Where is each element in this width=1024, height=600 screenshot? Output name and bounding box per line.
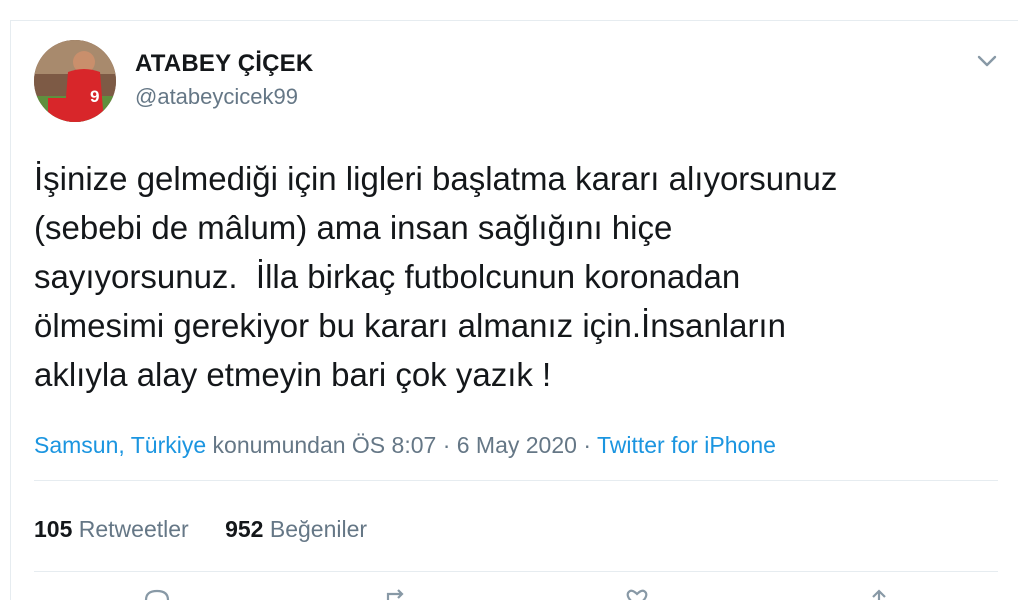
action-bar: [0, 588, 1024, 600]
divider: [34, 480, 998, 481]
likes-count: 952: [225, 516, 264, 542]
heart-icon[interactable]: [620, 588, 654, 600]
avatar-image: 9: [34, 40, 116, 122]
source-link[interactable]: Twitter for iPhone: [597, 432, 776, 458]
tweet-text: İşinize gelmediği için ligleri başlatma …: [34, 160, 838, 393]
likes-label: Beğeniler: [263, 516, 368, 542]
retweets-count: 105: [34, 516, 73, 542]
likes-stat[interactable]: 952 Beğeniler: [225, 516, 367, 543]
timestamp: konumundan ÖS 8:07 · 6 May 2020 ·: [206, 432, 597, 458]
tweet-stats: 105 Retweetler 952 Beğeniler: [34, 516, 367, 543]
location-link[interactable]: Samsun, Türkiye: [34, 432, 206, 458]
retweets-label: Retweetler: [72, 516, 189, 542]
tweet-meta: Samsun, Türkiye konumundan ÖS 8:07 · 6 M…: [34, 432, 776, 459]
chevron-down-icon[interactable]: [974, 50, 1000, 72]
user-handle[interactable]: @atabeycicek99: [135, 84, 298, 110]
divider: [34, 571, 998, 572]
left-border: [10, 20, 11, 600]
share-icon[interactable]: [862, 588, 896, 600]
svg-text:9: 9: [90, 87, 99, 106]
tweet-page: 9 ATABEY ÇİÇEK @atabeycicek99 İşinize ge…: [0, 0, 1024, 600]
reply-icon[interactable]: [140, 588, 174, 600]
display-name[interactable]: ATABEY ÇİÇEK: [135, 50, 313, 78]
top-divider: [10, 20, 1018, 21]
avatar[interactable]: 9: [34, 40, 116, 122]
retweet-icon[interactable]: [380, 588, 414, 600]
retweets-stat[interactable]: 105 Retweetler: [34, 516, 189, 543]
